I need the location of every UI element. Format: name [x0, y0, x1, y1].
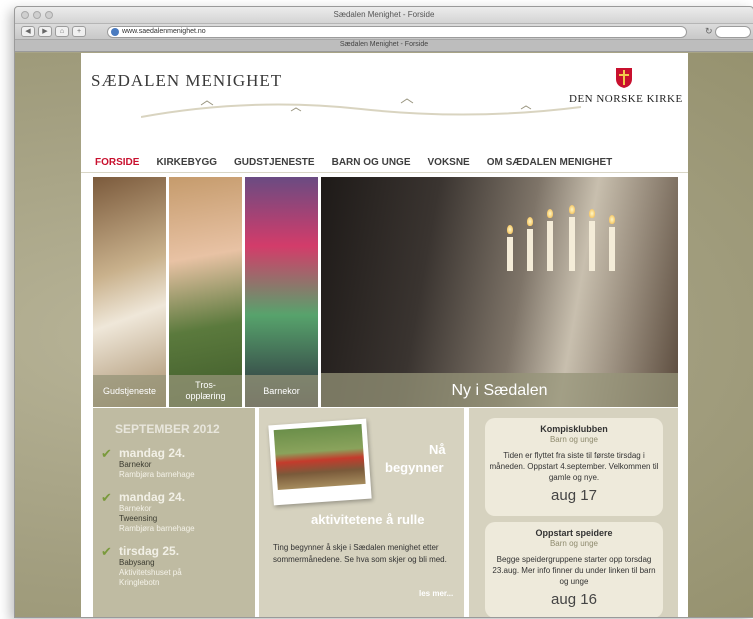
checkmark-icon: ✔: [101, 544, 112, 559]
hero-tile-ny-i-saedalen[interactable]: Ny i Sædalen: [321, 177, 678, 407]
checkmark-icon: ✔: [101, 490, 112, 505]
hero-tile-trosopplaering[interactable]: Tros- opplæring: [169, 177, 242, 407]
hero-tile-barnekor[interactable]: Barnekor: [245, 177, 318, 407]
event-title: Barnekor: [119, 460, 152, 469]
title-bar: Sædalen Menighet - Forside: [15, 7, 753, 24]
notice-card[interactable]: Kompisklubben Barn og unge Tiden er flyt…: [485, 418, 663, 516]
page-viewport: SÆDALEN MENIGHET DEN NORSKE KIRKE FORSID…: [15, 53, 753, 617]
church-crest-icon: [616, 68, 632, 88]
event-location: Rambjøra barnehage: [119, 524, 195, 533]
menu-item-forside[interactable]: FORSIDE: [95, 157, 139, 168]
hero-caption: Barnekor: [245, 375, 318, 407]
event-location-2: Kringlebotn: [119, 578, 160, 587]
news-title-line1: Nå: [429, 442, 446, 457]
notice-category: Barn og unge: [549, 435, 599, 444]
read-more-link[interactable]: les mer...: [419, 589, 453, 598]
hero-tile-gudstjeneste[interactable]: Gudstjeneste: [93, 177, 166, 407]
search-input[interactable]: [715, 26, 751, 38]
birds-decoration: [141, 98, 581, 118]
event-location: Rambjøra barnehage: [119, 470, 195, 479]
tab-bar: Sædalen Menighet - Forside: [15, 40, 753, 52]
address-bar[interactable]: www.saedalenmenighet.no: [107, 26, 687, 38]
notice-category: Barn og unge: [549, 539, 599, 548]
browser-toolbar: ◀ ▶ ⌂ + www.saedalenmenighet.no ↻: [15, 24, 753, 40]
notice-title: Kompisklubben: [540, 424, 608, 434]
event-date: mandag 24.: [119, 490, 186, 504]
share-button[interactable]: +: [72, 26, 86, 37]
hero-caption: Ny i Sædalen: [321, 373, 678, 407]
hero-caption: Gudstjeneste: [93, 375, 166, 407]
menu-item-om-menighet[interactable]: OM SÆDALEN MENIGHET: [487, 157, 613, 168]
main-menu: FORSIDE KIRKEBYGG GUDSTJENESTE BARN OG U…: [81, 153, 688, 173]
notice-body: Tiden er flyttet fra siste til første ti…: [489, 451, 659, 482]
calendar-event[interactable]: ✔ tirsdag 25. Babysang Aktivitetshuset p…: [101, 544, 255, 588]
menu-item-voksne[interactable]: VOKSNE: [428, 157, 470, 168]
notice-body: Begge speidergruppene starter opp torsda…: [492, 555, 656, 586]
menu-item-gudstjeneste[interactable]: GUDSTJENESTE: [234, 157, 315, 168]
calendar-event[interactable]: ✔ mandag 24. Barnekor Tweensing Rambjøra…: [101, 490, 255, 534]
news-title-line2: begynner: [385, 460, 444, 475]
news-body: Ting begynner å skje i Sædalen menighet …: [273, 543, 447, 564]
address-url: www.saedalenmenighet.no: [122, 28, 206, 35]
menu-item-barn-og-unge[interactable]: BARN OG UNGE: [332, 157, 411, 168]
reload-icon[interactable]: ↻: [705, 26, 713, 37]
news-panel: Nå begynner aktivitetene å rulle Ting be…: [259, 408, 464, 617]
notices-panel: Kompisklubben Barn og unge Tiden er flyt…: [469, 408, 678, 617]
event-title: Barnekor: [119, 504, 152, 513]
event-location: Aktivitetshuset på: [119, 568, 182, 577]
checkmark-icon: ✔: [101, 446, 112, 461]
notice-card[interactable]: Oppstart speidere Barn og unge Begge spe…: [485, 522, 663, 617]
news-photo[interactable]: [268, 418, 372, 506]
window-title: Sædalen Menighet - Forside: [333, 10, 435, 19]
hero-caption: Tros- opplæring: [169, 375, 242, 407]
tab-title[interactable]: Sædalen Menighet - Forside: [15, 41, 753, 48]
forward-button[interactable]: ▶: [38, 26, 52, 37]
hero-gallery: Gudstjeneste Tros- opplæring Barnekor Ny…: [93, 177, 678, 407]
church-logo-text[interactable]: DEN NORSKE KIRKE: [569, 93, 683, 105]
event-subtitle: Tweensing: [119, 514, 158, 523]
event-date: mandag 24.: [119, 446, 186, 460]
globe-icon: [111, 28, 119, 36]
menu-item-kirkebygg[interactable]: KIRKEBYGG: [156, 157, 217, 168]
notice-title: Oppstart speidere: [535, 528, 613, 538]
calendar-panel: SEPTEMBER 2012 ✔ mandag 24. Barnekor Ram…: [93, 408, 255, 617]
notice-date: aug 17: [551, 487, 597, 504]
news-title-line3: aktivitetene å rulle: [311, 512, 425, 527]
browser-window: Sædalen Menighet - Forside ◀ ▶ ⌂ + www.s…: [14, 6, 753, 618]
event-title: Babysang: [119, 558, 155, 567]
home-button[interactable]: ⌂: [55, 26, 69, 37]
calendar-event[interactable]: ✔ mandag 24. Barnekor Rambjøra barnehage: [101, 446, 255, 480]
web-page: SÆDALEN MENIGHET DEN NORSKE KIRKE FORSID…: [81, 53, 688, 617]
calendar-heading: SEPTEMBER 2012: [115, 422, 220, 436]
back-button[interactable]: ◀: [21, 26, 35, 37]
event-date: tirsdag 25.: [119, 544, 180, 558]
notice-date: aug 16: [551, 591, 597, 608]
